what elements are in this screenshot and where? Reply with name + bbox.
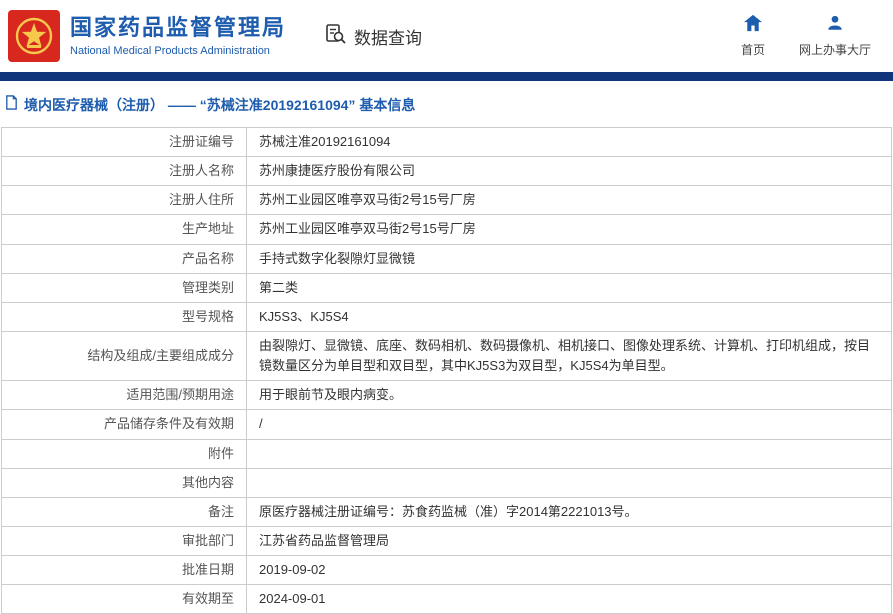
table-row-valid-until: 有效期至 2024-09-01 (2, 585, 891, 614)
row-value (247, 440, 891, 468)
nav-home-label: 首页 (740, 43, 765, 57)
table-row-model-spec: 型号规格 KJ5S3、KJ5S4 (2, 302, 891, 332)
row-value: / (259, 416, 263, 432)
row-value: 苏州康捷医疗股份有限公司 (259, 163, 416, 179)
row-value: 手持式数字化裂隙灯显微镜 (259, 250, 416, 266)
row-label: 型号规格 (2, 302, 247, 331)
table-row-storage-conditions: 产品储存条件及有效期 / (2, 410, 891, 440)
registration-detail-table: 注册证编号 苏械注准20192161094 注册人名称 苏州康捷医疗股份有限公司… (1, 127, 892, 614)
table-row-remarks: 备注 原医疗器械注册证编号：苏食药监械（准）字2014第2221013号。 (2, 497, 891, 527)
header-divider-bar (0, 72, 893, 81)
row-value (247, 469, 891, 497)
table-row-approval-department: 审批部门 江苏省药品监督管理局 (2, 526, 891, 557)
row-label: 附件 (2, 439, 247, 468)
table-row-intended-use: 适用范围/预期用途 用于眼前节及眼内病变。 (2, 381, 891, 411)
row-label: 有效期至 (2, 585, 247, 614)
breadcrumb: 境内医疗器械（注册） —— “苏械注准20192161094” 基本信息 (0, 81, 893, 127)
table-row-management-category: 管理类别 第二类 (2, 273, 891, 303)
table-row-registrant-address: 注册人住所 苏州工业园区唯亭双马街2号15号厂房 (2, 186, 891, 216)
data-query-label: 数据查询 (354, 28, 423, 48)
row-value: KJ5S3、KJ5S4 (259, 308, 349, 324)
row-label: 备注 (2, 497, 247, 526)
row-label: 审批部门 (2, 526, 247, 556)
agency-title-block: 国家药品监督管理局 National Medical Products Admi… (70, 15, 286, 57)
row-value: 苏州工业园区唯亭双马街2号15号厂房 (259, 192, 476, 208)
row-label: 注册证编号 (2, 128, 247, 157)
data-query-icon (324, 22, 348, 51)
header-nav: 首页 网上办事大厅 (741, 14, 871, 58)
agency-name: 国家药品监督管理局 (70, 14, 287, 40)
table-row-registration-number: 注册证编号 苏械注准20192161094 (2, 128, 891, 158)
home-icon (743, 14, 763, 37)
nav-item-service-hall[interactable]: 网上办事大厅 (799, 14, 871, 58)
row-value: 2024-09-01 (259, 591, 326, 607)
nav-service-hall-label: 网上办事大厅 (798, 43, 871, 57)
row-value: 江苏省药品监督管理局 (259, 532, 390, 548)
row-label: 注册人住所 (2, 186, 247, 215)
table-row-attachments: 附件 (2, 439, 891, 469)
data-query-nav[interactable]: 数据查询 (324, 22, 422, 51)
row-value: 由裂隙灯、显微镜、底座、数码相机、数码摄像机、相机接口、图像处理系统、计算机、打… (259, 337, 871, 374)
table-row-production-address: 生产地址 苏州工业园区唯亭双马街2号15号厂房 (2, 215, 891, 245)
row-value: 2019-09-02 (259, 562, 326, 578)
page-header: 国家药品监督管理局 National Medical Products Admi… (0, 0, 893, 72)
row-value: 苏械注准20192161094 (259, 134, 391, 149)
row-value: 原医疗器械注册证编号：苏食药监械（准）字2014第2221013号。 (259, 503, 638, 519)
table-row-product-name: 产品名称 手持式数字化裂隙灯显微镜 (2, 244, 891, 274)
row-label: 批准日期 (2, 556, 247, 585)
row-label: 产品名称 (2, 244, 247, 273)
row-label: 生产地址 (2, 215, 247, 244)
table-row-other-content: 其他内容 (2, 468, 891, 498)
breadcrumb-text: 境内医疗器械（注册） —— “苏械注准20192161094” 基本信息 (24, 97, 416, 113)
national-emblem-logo (8, 10, 60, 62)
row-value: 第二类 (259, 279, 299, 295)
row-label: 管理类别 (2, 273, 247, 302)
row-label: 结构及组成/主要组成成分 (2, 331, 247, 381)
table-row-approval-date: 批准日期 2019-09-02 (2, 556, 891, 586)
row-label: 注册人名称 (2, 157, 247, 186)
row-value: 苏州工业园区唯亭双马街2号15号厂房 (259, 221, 476, 237)
table-row-registrant-name: 注册人名称 苏州康捷医疗股份有限公司 (2, 157, 891, 187)
row-label: 产品储存条件及有效期 (2, 410, 247, 439)
document-icon (4, 95, 19, 115)
nav-item-home[interactable]: 首页 (741, 14, 765, 58)
table-row-structure-composition: 结构及组成/主要组成成分 由裂隙灯、显微镜、底座、数码相机、数码摄像机、相机接口… (2, 331, 891, 382)
row-label: 适用范围/预期用途 (2, 381, 247, 410)
agency-name-en: National Medical Products Administration (70, 45, 270, 58)
row-value: 用于眼前节及眼内病变。 (259, 387, 403, 403)
user-icon (826, 14, 844, 37)
row-label: 其他内容 (2, 468, 247, 497)
